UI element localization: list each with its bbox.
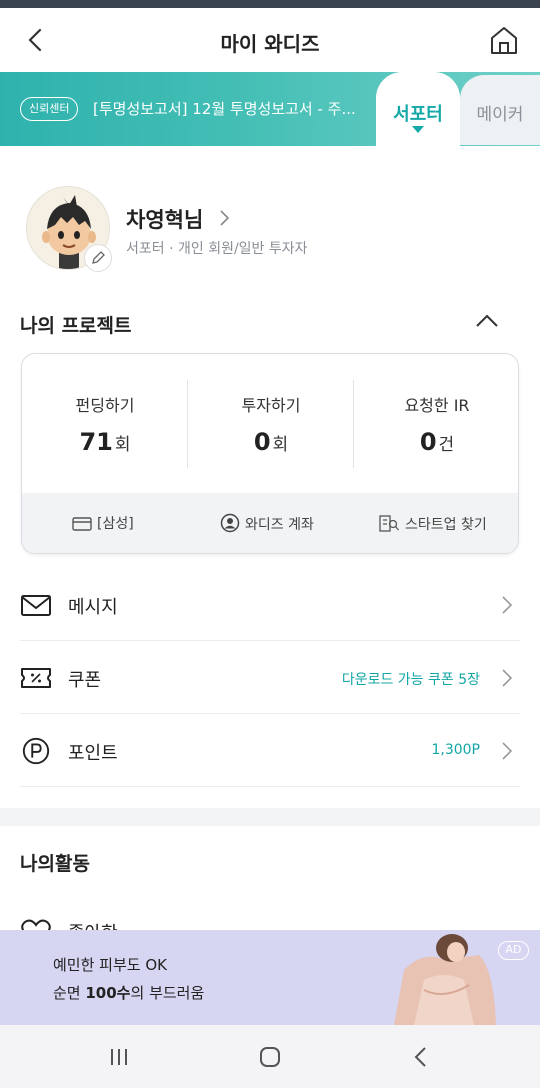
chevron-up-icon[interactable]	[474, 312, 500, 330]
startup-search-label: 스타트업 찾기	[405, 517, 487, 533]
stat-value-wrap: 71 회	[22, 428, 188, 456]
ad-line-2-part: 의 부드러움	[130, 984, 205, 1002]
profile-section: 차영혁님 서포터 · 개인 회원/일반 투자자	[0, 148, 540, 288]
top-header: 마이 와디즈	[0, 8, 540, 72]
stat-unit: 회	[272, 435, 289, 455]
menu-label: 포인트	[68, 743, 118, 764]
ad-banner[interactable]: 예민한 피부도 OK 순면 100수의 부드러움 AD	[0, 930, 540, 1025]
mail-icon	[21, 595, 51, 616]
chevron-right-icon	[502, 742, 513, 760]
my-projects-card: 펀딩하기 71회 투자하기 0회 요청한 IR 0건 [삼성] 와디즈 계좌	[21, 353, 519, 554]
active-tab-caret-icon	[412, 126, 424, 133]
pencil-icon	[92, 251, 105, 264]
stat-value-wrap: 0회	[188, 428, 354, 456]
home-circle-icon[interactable]	[258, 1045, 282, 1069]
stat-unit: 회	[114, 435, 131, 455]
tab-maker[interactable]: 메이커	[460, 75, 540, 145]
ad-product-image	[384, 930, 504, 1025]
banner-notice-text[interactable]: [투명성보고서] 12월 투명성보고서 - 주...	[93, 98, 355, 119]
point-balance-text: 1,300P	[431, 742, 480, 758]
trust-center-badge: 신뢰센터	[20, 97, 79, 121]
chevron-right-icon	[502, 596, 513, 614]
user-circle-icon	[220, 513, 240, 533]
wadiz-account-link[interactable]: 와디즈 계좌	[220, 513, 314, 534]
ad-line-2: 순면 100수의 부드러움	[53, 982, 204, 1003]
card-payment-label: [삼성]	[97, 516, 134, 532]
menu-row-message[interactable]: 메시지	[20, 568, 520, 641]
startup-search-link[interactable]: 스타트업 찾기	[378, 513, 487, 534]
section-title-my-projects: 나의 프로젝트	[20, 315, 132, 337]
card-payment-link[interactable]: [삼성]	[72, 513, 134, 533]
recent-apps-icon[interactable]	[107, 1045, 131, 1069]
stat-value: 0	[253, 428, 271, 456]
section-title-my-activity: 나의활동	[20, 853, 90, 875]
stat-requested-ir[interactable]: 요청한 IR 0건	[354, 354, 518, 494]
chevron-right-icon	[502, 669, 513, 687]
chevron-right-icon[interactable]	[216, 208, 234, 228]
stat-label: 투자하기	[241, 396, 301, 415]
point-icon	[22, 737, 50, 765]
menu-label: 메시지	[68, 597, 118, 618]
page-title: 마이 와디즈	[220, 32, 320, 56]
stat-value-wrap: 0건	[354, 428, 518, 456]
stat-value: 71	[79, 428, 113, 456]
stat-label: 요청한 IR	[404, 396, 470, 415]
stat-unit: 건	[438, 435, 455, 455]
wadiz-account-label: 와디즈 계좌	[245, 517, 314, 533]
profile-name[interactable]: 차영혁님	[126, 204, 203, 234]
coupon-icon	[21, 668, 51, 688]
ad-line-1: 예민한 피부도 OK	[53, 956, 167, 974]
stat-funding[interactable]: 펀딩하기 71 회	[22, 354, 188, 494]
stat-label: 펀딩하기	[75, 396, 135, 415]
tab-supporter-label: 서포터	[393, 104, 443, 125]
menu-row-coupon[interactable]: 쿠폰 다운로드 가능 쿠폰 5장	[20, 641, 520, 714]
building-search-icon	[379, 515, 399, 532]
coupon-count-text: 다운로드 가능 쿠폰 5장	[341, 672, 480, 688]
back-icon[interactable]	[409, 1045, 433, 1069]
card-icon	[72, 517, 92, 531]
status-bar	[0, 0, 540, 8]
profile-subtitle: 서포터 · 개인 회원/일반 투자자	[126, 241, 308, 257]
stat-investing[interactable]: 투자하기 0회	[188, 354, 354, 494]
menu-row-point[interactable]: 포인트 1,300P	[20, 714, 520, 787]
system-nav-bar	[0, 1025, 540, 1088]
ad-line-2-bold: 100수	[85, 984, 131, 1002]
home-icon[interactable]	[488, 24, 520, 56]
menu-label: 쿠폰	[68, 670, 102, 691]
edit-avatar-button[interactable]	[84, 244, 112, 272]
ad-badge: AD	[498, 941, 529, 960]
ad-line-2-part: 순면	[53, 984, 86, 1002]
section-divider	[0, 808, 540, 826]
tab-supporter[interactable]: 서포터	[376, 72, 460, 148]
stat-value: 0	[419, 428, 437, 456]
tab-maker-label: 메이커	[476, 105, 524, 125]
card-footer: [삼성] 와디즈 계좌 스타트업 찾기	[22, 493, 518, 553]
